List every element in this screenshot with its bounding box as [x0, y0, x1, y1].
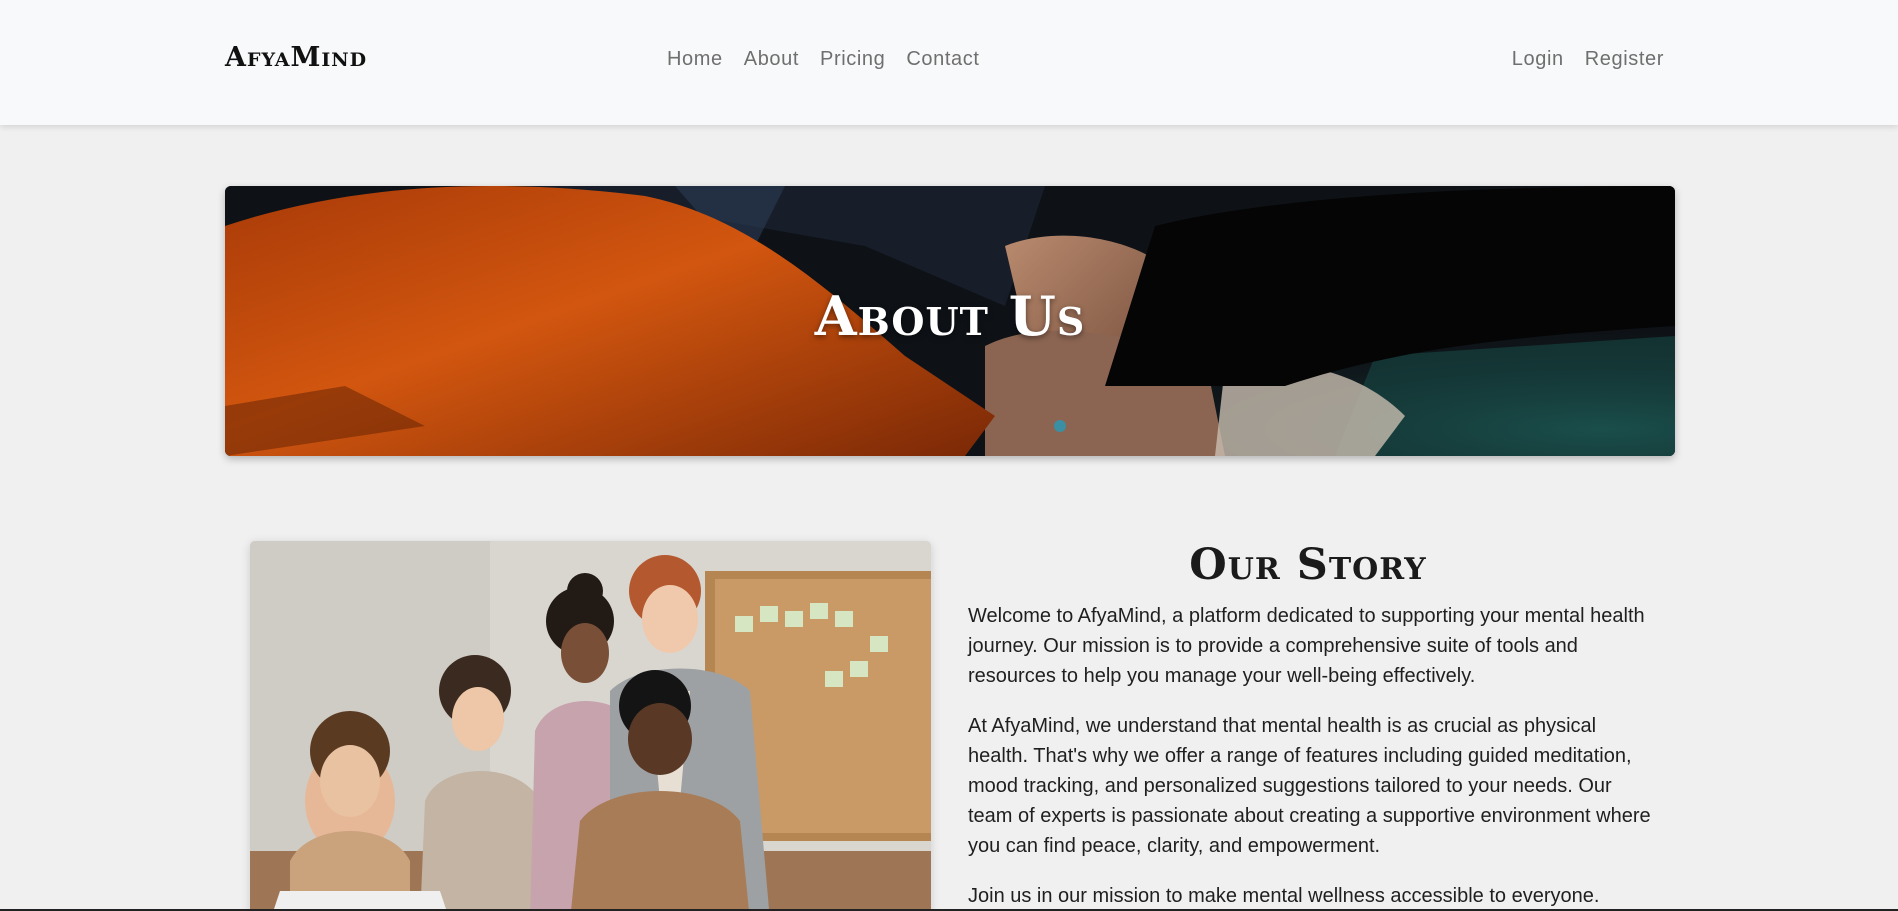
- hero-title: About Us: [814, 284, 1086, 348]
- story-body: Welcome to AfyaMind, a platform dedicate…: [968, 601, 1658, 911]
- story-heading: Our Story: [1189, 540, 1427, 590]
- login-link[interactable]: Login: [1512, 48, 1564, 71]
- auth-nav: Login Register: [1512, 48, 1664, 71]
- story-paragraph-2: At AfyaMind, we understand that mental h…: [968, 715, 1651, 857]
- nav-link-about[interactable]: About: [744, 48, 799, 71]
- nav-link-contact[interactable]: Contact: [906, 48, 979, 71]
- story-paragraph-1: Welcome to AfyaMind, a platform dedicate…: [968, 605, 1645, 687]
- primary-nav: Home About Pricing Contact: [667, 48, 980, 71]
- brand-logo[interactable]: AfyaMind: [225, 42, 367, 73]
- nav-link-pricing[interactable]: Pricing: [820, 48, 885, 71]
- register-link[interactable]: Register: [1585, 48, 1664, 71]
- about-hero-banner: About Us: [225, 186, 1675, 456]
- team-photo-illustration: [250, 541, 931, 911]
- team-photo: [250, 541, 931, 911]
- nav-link-home[interactable]: Home: [667, 48, 723, 71]
- story-paragraph-3: Join us in our mission to make mental we…: [968, 885, 1600, 907]
- top-navbar: AfyaMind Home About Pricing Contact Logi…: [0, 0, 1898, 125]
